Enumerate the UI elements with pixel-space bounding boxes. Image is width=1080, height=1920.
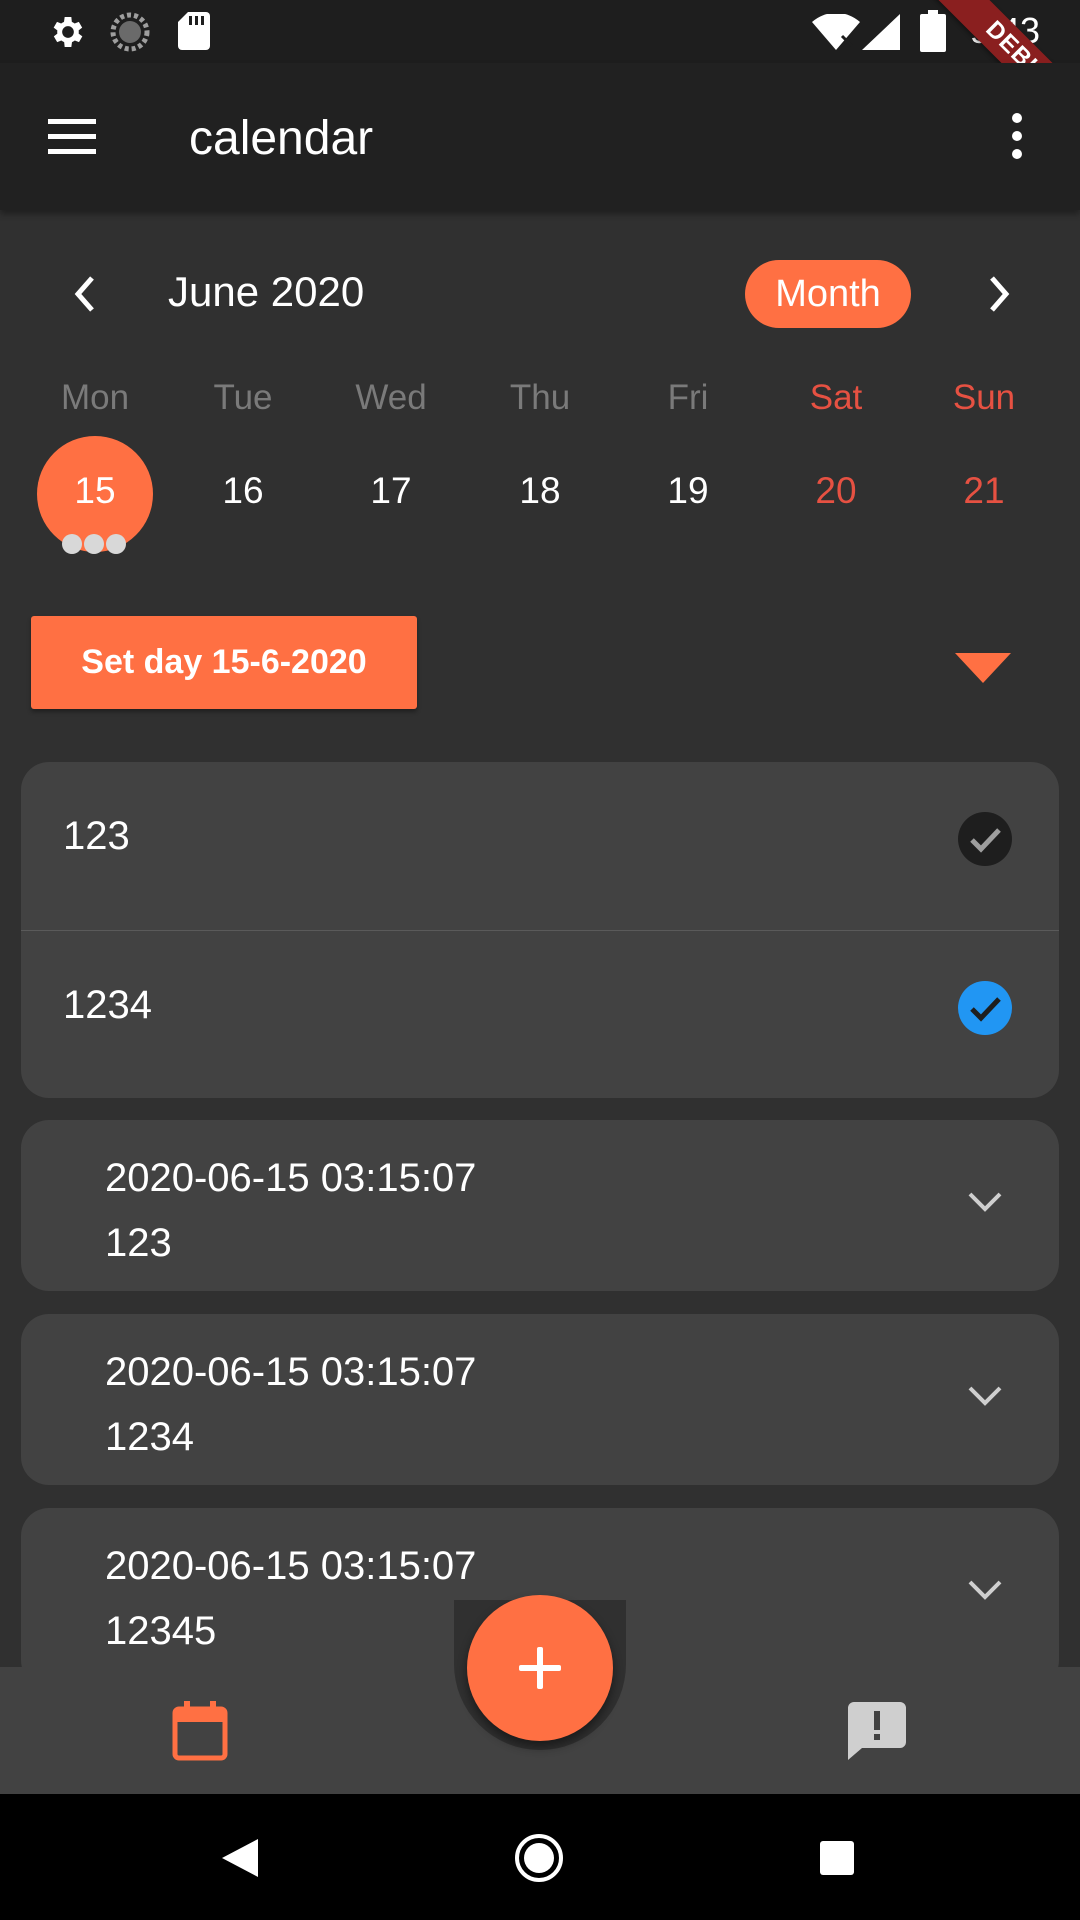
back-icon[interactable] bbox=[222, 1839, 258, 1877]
set-day-button[interactable]: Set day 15-6-2020 bbox=[31, 616, 417, 709]
event-dot bbox=[84, 534, 104, 554]
app-bar: calendar bbox=[0, 63, 1080, 210]
day-21[interactable]: 21 bbox=[910, 470, 1058, 512]
log-entry-card[interactable]: 2020-06-15 03:15:07 1234 bbox=[21, 1314, 1059, 1485]
settings-icon bbox=[53, 17, 83, 47]
sd-card-icon bbox=[178, 12, 210, 50]
sync-icon bbox=[110, 12, 150, 52]
check-circle-icon[interactable] bbox=[958, 981, 1012, 1035]
day-18[interactable]: 18 bbox=[466, 470, 614, 512]
add-fab-button[interactable] bbox=[467, 1595, 613, 1741]
day-19[interactable]: 19 bbox=[614, 470, 762, 512]
todo-text: 1234 bbox=[63, 983, 152, 1027]
weekday-wed: Wed bbox=[355, 378, 427, 417]
more-vert-icon[interactable] bbox=[1000, 113, 1034, 159]
feedback-icon[interactable] bbox=[848, 1702, 906, 1760]
event-dot bbox=[106, 534, 126, 554]
expand-more-icon[interactable] bbox=[967, 1190, 1003, 1214]
weekday-tue: Tue bbox=[213, 378, 273, 417]
log-timestamp: 2020-06-15 03:15:07 bbox=[105, 1544, 477, 1588]
day-17[interactable]: 17 bbox=[317, 470, 465, 512]
prev-month-icon[interactable] bbox=[66, 272, 106, 316]
event-dot bbox=[62, 534, 82, 554]
weekday-mon: Mon bbox=[60, 378, 130, 417]
todo-item[interactable]: 123 bbox=[21, 762, 1059, 930]
day-20[interactable]: 20 bbox=[762, 470, 910, 512]
log-value: 123 bbox=[105, 1221, 172, 1265]
check-circle-icon[interactable] bbox=[958, 812, 1012, 866]
month-title: June 2020 bbox=[168, 268, 365, 315]
view-mode-button[interactable]: Month bbox=[745, 260, 911, 328]
log-value: 12345 bbox=[105, 1609, 217, 1653]
calendar-icon[interactable] bbox=[172, 1701, 228, 1761]
log-entry-card[interactable]: 2020-06-15 03:15:07 123 bbox=[21, 1120, 1059, 1291]
weekday-sun: Sun bbox=[952, 378, 1016, 417]
status-bar: 9:43 DEBUG bbox=[0, 0, 1080, 156]
weekday-sat: Sat bbox=[809, 378, 863, 417]
todo-text: 123 bbox=[63, 814, 130, 858]
home-icon[interactable] bbox=[514, 1833, 564, 1883]
expand-more-icon[interactable] bbox=[967, 1578, 1003, 1602]
log-timestamp: 2020-06-15 03:15:07 bbox=[105, 1156, 477, 1200]
arrow-drop-down-icon[interactable] bbox=[955, 653, 1011, 683]
expand-more-icon[interactable] bbox=[967, 1384, 1003, 1408]
day-16[interactable]: 16 bbox=[169, 470, 317, 512]
recent-apps-icon[interactable] bbox=[820, 1841, 854, 1875]
weekday-fri: Fri bbox=[667, 378, 709, 417]
menu-icon[interactable] bbox=[44, 113, 102, 159]
wifi-icon bbox=[812, 14, 860, 50]
next-month-icon[interactable] bbox=[978, 272, 1018, 316]
signal-icon bbox=[862, 14, 900, 50]
todo-item[interactable]: 1234 bbox=[21, 931, 1059, 1098]
weekday-thu: Thu bbox=[509, 378, 571, 417]
app-title: calendar bbox=[189, 112, 374, 165]
log-value: 1234 bbox=[105, 1415, 194, 1459]
log-timestamp: 2020-06-15 03:15:07 bbox=[105, 1350, 477, 1394]
day-15[interactable]: 15 bbox=[21, 470, 169, 512]
todo-list-card: 123 1234 bbox=[21, 762, 1059, 1098]
